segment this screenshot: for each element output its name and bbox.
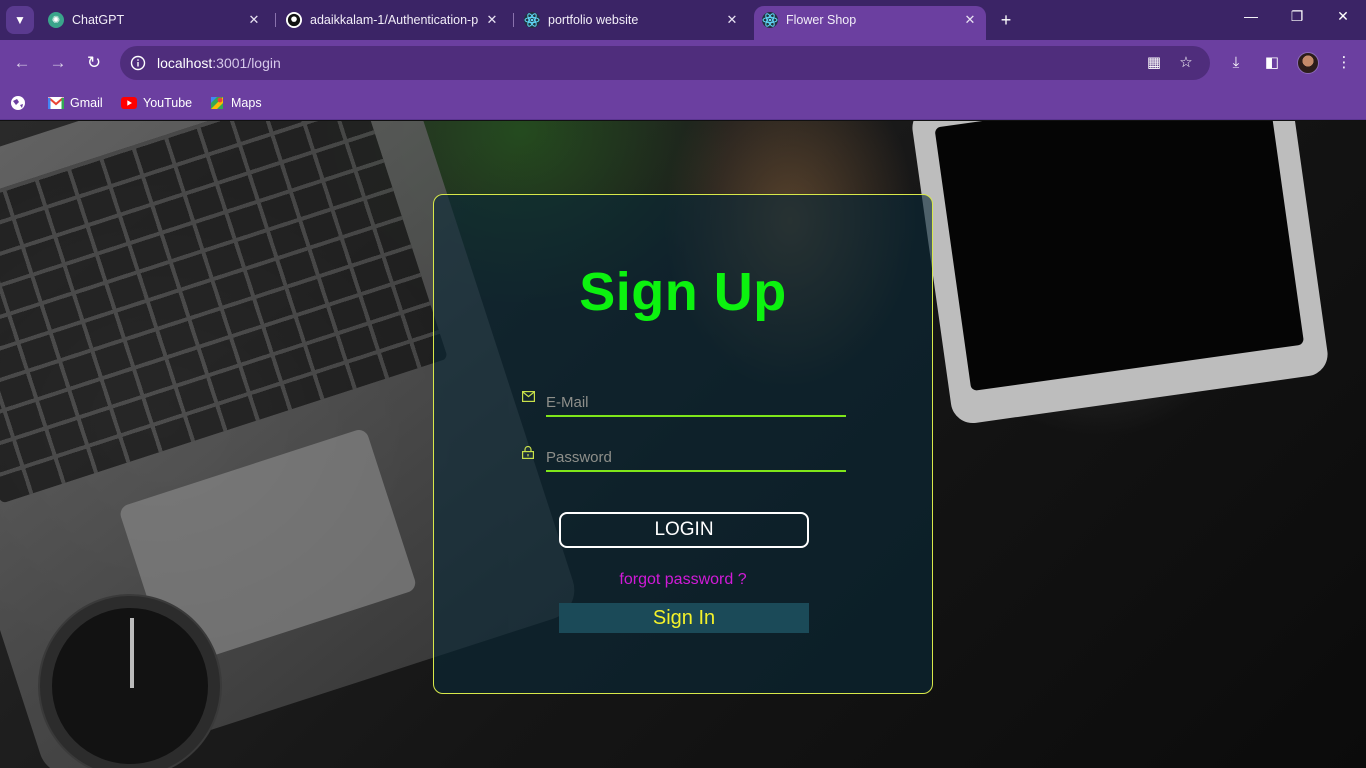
tab-separator [513, 13, 514, 27]
sign-in-button[interactable]: Sign In [559, 603, 809, 633]
forward-button[interactable]: → [46, 52, 70, 76]
tablet-photo-element [909, 121, 1331, 426]
tab-github[interactable]: adaikkalam-1/Authentication-p ✕ [278, 6, 508, 34]
maps-icon [209, 95, 225, 111]
email-field-group [522, 389, 848, 419]
address-bar[interactable]: localhost:3001/login ▦ ☆ [120, 46, 1210, 80]
tab-strip: ▼ ✺ ChatGPT ✕ adaikkalam-1/Authenticatio… [0, 0, 1366, 40]
close-tab-icon[interactable]: ✕ [246, 12, 262, 28]
bookmarks-bar: Gmail YouTube Maps [0, 86, 1366, 120]
login-button[interactable]: LOGIN [559, 512, 809, 548]
tab-title: adaikkalam-1/Authentication-p [310, 13, 478, 27]
arrow-left-icon: ← [13, 53, 31, 72]
forgot-password-link[interactable]: forgot password ? [434, 571, 932, 589]
browser-toolbar: ← → ↻ localhost:3001/login ▦ ☆ ⤓ ◧ ⋮ [0, 40, 1366, 86]
new-tab-button[interactable]: + [996, 10, 1016, 30]
github-icon [286, 12, 302, 28]
gmail-icon [48, 95, 64, 111]
bookmark-label: YouTube [143, 96, 193, 110]
close-tab-icon[interactable]: ✕ [962, 12, 978, 28]
email-input[interactable] [546, 389, 846, 417]
page-title: Sign Up [579, 262, 787, 322]
reload-button[interactable]: ↻ [82, 52, 106, 76]
tab-chatgpt[interactable]: ✺ ChatGPT ✕ [40, 6, 270, 34]
url-text[interactable]: localhost:3001/login [157, 55, 281, 71]
lock-icon [522, 445, 536, 460]
clock-photo-element [40, 596, 220, 768]
side-panel-icon[interactable]: ◧ [1261, 52, 1283, 74]
close-tab-icon[interactable]: ✕ [724, 12, 740, 28]
tab-title: portfolio website [548, 13, 639, 27]
download-icon[interactable]: ⤓ [1225, 52, 1247, 74]
url-host: localhost [157, 55, 213, 71]
arrow-right-icon: → [49, 53, 67, 72]
chatgpt-icon: ✺ [48, 12, 64, 28]
apps-globe-button[interactable] [10, 93, 32, 113]
close-window-button[interactable]: ✕ [1320, 8, 1366, 25]
globe-icon [10, 95, 26, 111]
bookmark-label: Gmail [70, 96, 103, 110]
reload-icon: ↻ [86, 53, 102, 72]
site-info-icon[interactable] [128, 53, 148, 73]
password-input[interactable] [546, 444, 846, 472]
bookmark-label: Maps [231, 96, 262, 110]
back-button[interactable]: ← [10, 52, 34, 76]
minimize-button[interactable]: — [1228, 8, 1274, 24]
bookmark-youtube[interactable]: YouTube [121, 93, 192, 113]
tab-title: Flower Shop [786, 13, 857, 27]
tab-title: ChatGPT [72, 13, 125, 27]
menu-kebab-icon[interactable]: ⋮ [1333, 52, 1355, 74]
password-field-group [522, 444, 848, 474]
tab-flower-shop[interactable]: Flower Shop ✕ [754, 6, 986, 40]
bookmark-maps[interactable]: Maps [209, 93, 262, 113]
bookmark-gmail[interactable]: Gmail [48, 93, 103, 113]
tab-search-button[interactable]: ▼ [6, 6, 34, 34]
keyboard-photo-element [0, 121, 449, 504]
install-app-icon[interactable]: ▦ [1144, 53, 1164, 73]
url-path: :3001/login [212, 55, 281, 71]
tab-separator [275, 13, 276, 27]
mail-icon [522, 391, 536, 405]
profile-avatar[interactable] [1297, 52, 1319, 74]
signup-card: Sign Up LOGIN forgot password ? Sign In [433, 194, 933, 694]
tab-portfolio[interactable]: portfolio website ✕ [516, 6, 748, 34]
bookmark-star-icon[interactable]: ☆ [1176, 53, 1196, 73]
close-tab-icon[interactable]: ✕ [484, 12, 500, 28]
maximize-button[interactable]: ❐ [1274, 8, 1320, 25]
react-icon [762, 12, 778, 28]
react-icon [524, 12, 540, 28]
youtube-icon [121, 95, 137, 111]
chevron-down-icon: ▼ [14, 13, 26, 27]
